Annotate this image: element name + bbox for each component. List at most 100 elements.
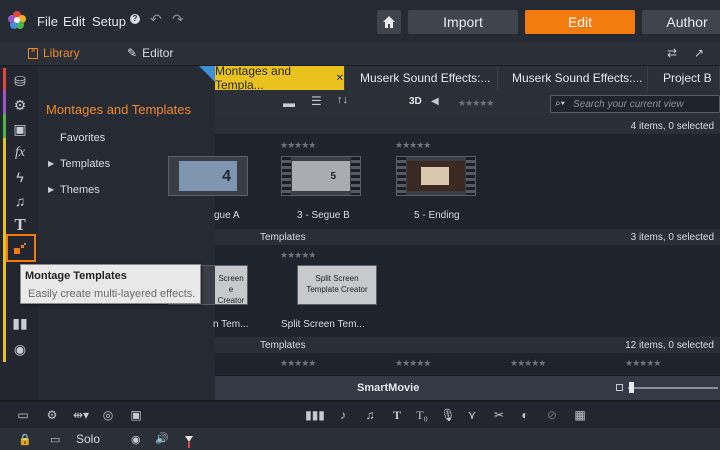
item-rating[interactable]: ★★★★★: [280, 358, 316, 369]
tooltip-title: Montage Templates: [25, 270, 127, 282]
player-icon[interactable]: ▣: [128, 407, 144, 423]
edit-button[interactable]: Edit: [525, 10, 635, 34]
media-thumbnail[interactable]: [396, 156, 476, 196]
voiceover-icon[interactable]: 🎙: [440, 407, 456, 423]
media-thumbnail[interactable]: 5: [281, 156, 361, 196]
media-thumbnail[interactable]: 4: [168, 156, 248, 196]
expand-arrow-icon[interactable]: ▶: [48, 159, 54, 168]
editor-tab[interactable]: ✎ Editor: [127, 46, 173, 60]
app-logo-icon[interactable]: [7, 10, 27, 30]
item-label: 3 - Segue B: [297, 210, 350, 221]
zoom-slider-handle[interactable]: [629, 382, 634, 393]
author-button[interactable]: Author: [642, 10, 720, 34]
category-flyout: Montages and Templates Favorites ▶ Templ…: [38, 66, 215, 400]
view-list-icon[interactable]: ☰: [311, 94, 322, 108]
audio-mixer-icon[interactable]: ▮▮▮: [305, 407, 325, 423]
storyboard-icon[interactable]: ▭: [15, 407, 31, 423]
solo-label[interactable]: Solo: [76, 432, 100, 446]
snap-icon[interactable]: ⇹▾: [70, 407, 92, 423]
rating-filter[interactable]: ★★★★★: [458, 98, 494, 109]
flyout-item-themes[interactable]: Themes: [60, 184, 100, 196]
sound-effects-icon[interactable]: ▮▮: [6, 312, 34, 334]
template-line: e Creator: [217, 285, 245, 305]
zoom-slider[interactable]: [628, 387, 718, 389]
thumbnail-image: Screen e Creator: [215, 266, 247, 305]
track-monitor-icon[interactable]: ▭: [50, 433, 60, 446]
item-rating[interactable]: ★★★★★: [395, 140, 431, 151]
content-tab-project[interactable]: Project B: [651, 66, 720, 90]
collections-icon[interactable]: ⚙: [6, 94, 34, 116]
eye-icon[interactable]: ◉: [131, 433, 141, 446]
search-input[interactable]: ⌕▾ Search your current view: [550, 95, 720, 113]
library-tab[interactable]: ≡ Library: [28, 46, 80, 60]
menu-setup[interactable]: Setup: [92, 14, 126, 29]
zoom-min-icon[interactable]: [616, 384, 623, 391]
library-category-strip: ⛁ ⚙ ▣ fx ϟ ♫ T ▮▮ ◉: [0, 66, 38, 400]
disc-icon[interactable]: ◎: [100, 407, 116, 423]
smartmovie-label[interactable]: SmartMovie: [357, 382, 419, 394]
item-rating[interactable]: ★★★★★: [395, 358, 431, 369]
library-icon: ≡: [28, 47, 38, 59]
item-label: Split Screen Tem...: [281, 319, 365, 330]
section-count: 3 items, 0 selected: [630, 232, 714, 243]
content-tab-montages[interactable]: Montages and Templa... ✕: [215, 64, 345, 92]
top-menu-bar: File Edit Setup ? ↶ ↷ Import Edit Author: [0, 0, 720, 42]
music-icon[interactable]: ♫: [6, 190, 34, 212]
media-icon[interactable]: ▣: [6, 118, 34, 140]
content-tab-bar: Montages and Templa... ✕ Muserk Sound Ef…: [215, 64, 720, 92]
effects-icon[interactable]: fx: [6, 142, 34, 164]
search-placeholder: Search your current view: [573, 98, 684, 110]
tag-icon[interactable]: ◀: [431, 96, 439, 107]
import-button[interactable]: Import: [408, 10, 518, 34]
section-count: 4 items, 0 selected: [630, 121, 714, 132]
3d-filter-button[interactable]: 3D: [409, 96, 422, 107]
library-content: 4 items, 0 selected ★★★★★ ★★★★★ 4 5 gue …: [168, 118, 720, 375]
flyout-item-templates[interactable]: Templates: [60, 158, 110, 170]
item-rating[interactable]: ★★★★★: [280, 140, 316, 151]
close-tab-icon[interactable]: ✕: [336, 73, 344, 84]
item-rating[interactable]: ★★★★★: [510, 358, 546, 369]
titles-icon[interactable]: T: [6, 214, 34, 236]
smartmovie-bar: SmartMovie: [215, 375, 720, 400]
link-icon[interactable]: ⊘: [544, 407, 560, 423]
disc-menus-icon[interactable]: ◉: [6, 338, 34, 360]
popout-icon[interactable]: ↗: [694, 46, 704, 60]
lock-icon[interactable]: 🔒: [18, 433, 32, 446]
menu-file[interactable]: File: [37, 14, 58, 29]
swap-icon[interactable]: ⇄: [667, 46, 677, 60]
color-icon[interactable]: ◐: [517, 407, 533, 423]
expand-arrow-icon[interactable]: ▶: [48, 185, 54, 194]
speaker-icon[interactable]: 🔊: [155, 432, 169, 445]
media-thumbnail[interactable]: Split Screen Template Creator: [297, 265, 377, 305]
template-line: Screen: [218, 274, 244, 283]
scorefitter-icon[interactable]: ♪: [335, 407, 351, 423]
mode-tab-row: ≡ Library ✎ Editor ⇄ ↗: [0, 42, 720, 66]
browser-toolbar: ▬ ☰ ↑↓ 3D ◀ ★★★★★ ⌕▾ Search your current…: [215, 90, 720, 118]
folder-icon[interactable]: ▬: [283, 96, 295, 110]
undo-icon[interactable]: ↶: [150, 11, 162, 28]
subtitle-icon[interactable]: T₀: [414, 407, 430, 423]
item-rating[interactable]: ★★★★★: [625, 358, 661, 369]
sort-icon[interactable]: ↑↓: [337, 94, 348, 106]
project-bin-icon[interactable]: ⛁: [6, 70, 34, 92]
home-button[interactable]: [377, 10, 401, 34]
content-tab-sound-1[interactable]: Muserk Sound Effects:...: [348, 66, 498, 90]
help-icon[interactable]: ?: [130, 14, 140, 24]
transitions-icon[interactable]: ϟ: [6, 166, 34, 188]
split-icon[interactable]: ✂: [491, 407, 507, 423]
music-note-icon[interactable]: ♫: [362, 407, 378, 423]
tab-label: Muserk Sound Effects:...: [360, 71, 491, 85]
menu-edit[interactable]: Edit: [63, 14, 85, 29]
content-tab-sound-2[interactable]: Muserk Sound Effects:...: [500, 66, 648, 90]
flyout-item-favorites[interactable]: Favorites: [60, 132, 105, 144]
title-icon[interactable]: T: [389, 407, 405, 423]
item-rating[interactable]: ★★★★★: [280, 250, 316, 261]
section-count: 12 items, 0 selected: [625, 340, 714, 351]
thumbnail-image: 4: [179, 161, 237, 191]
playhead-marker-icon[interactable]: [185, 436, 193, 448]
redo-icon[interactable]: ↷: [172, 11, 184, 28]
timeline-settings-icon[interactable]: ⚙: [44, 407, 60, 423]
tab-label: Muserk Sound Effects:...: [512, 71, 643, 85]
transition-icon[interactable]: ⋎: [464, 407, 480, 423]
chart-icon[interactable]: ▦: [572, 407, 588, 423]
